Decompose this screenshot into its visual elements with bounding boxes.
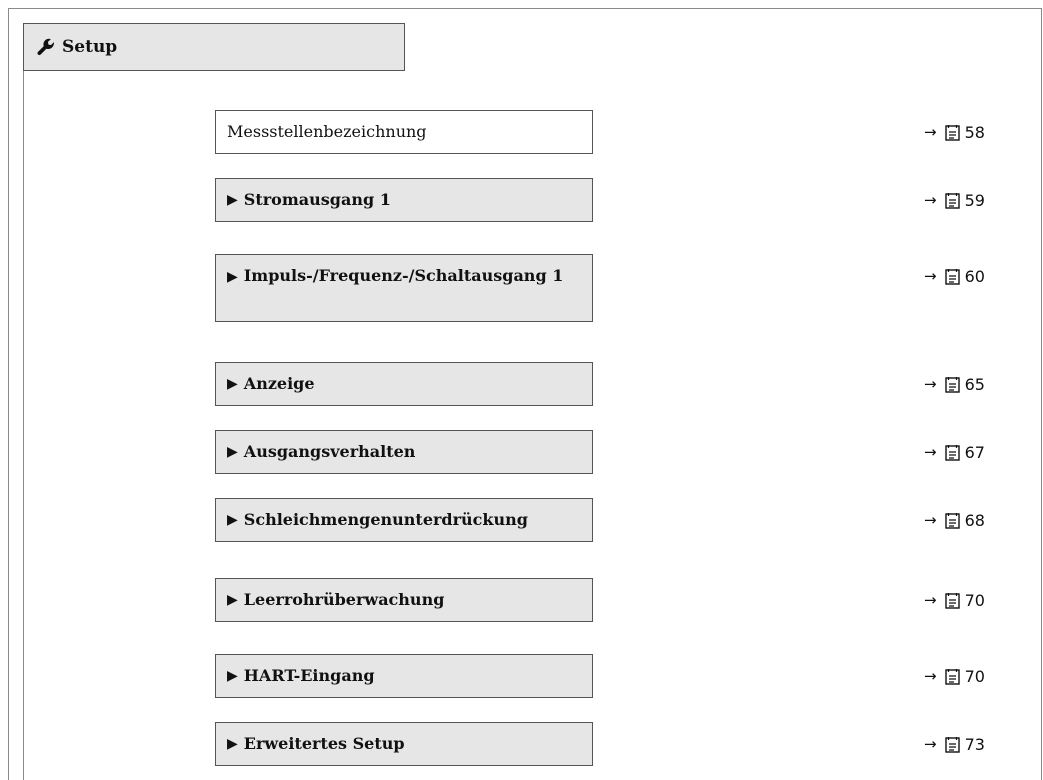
triangle-right-icon: ▶ [227,736,238,752]
item-label: Leerrohrüberwachung [243,590,445,609]
book-icon [944,668,965,685]
page-reference[interactable]: → 58 [924,120,985,144]
item-label: Ausgangsverhalten [243,442,416,461]
submenu-impuls-frequenz-schaltausgang-1[interactable]: ▶ Impuls-/Frequenz-/Schaltausgang 1 [215,254,593,322]
arrow-right-icon: → [924,735,937,753]
submenu-schleichmengenunterdrueckung[interactable]: ▶ Schleichmengenunterdrückung [215,498,593,542]
item-label: Messstellenbezeichnung [227,122,427,141]
setup-menu-header[interactable]: Setup [23,23,405,71]
triangle-right-icon: ▶ [227,592,238,608]
book-icon [944,124,965,141]
tree-connector [23,71,24,780]
page-number: 58 [964,122,985,142]
item-label: Stromausgang 1 [243,190,391,209]
page-reference[interactable]: → 73 [924,732,985,756]
page-reference[interactable]: → 70 [924,588,985,612]
item-label: Anzeige [243,374,315,393]
page-reference[interactable]: → 60 [924,264,985,288]
page-number: 68 [964,510,985,530]
book-icon [944,268,965,285]
triangle-right-icon: ▶ [227,192,238,208]
page-reference[interactable]: → 65 [924,372,985,396]
submenu-leerrohrueberwachung[interactable]: ▶ Leerrohrüberwachung [215,578,593,622]
triangle-right-icon: ▶ [227,376,238,392]
item-label: Impuls-/Frequenz-/Schaltausgang 1 [243,266,564,285]
setup-title: Setup [62,37,118,57]
arrow-right-icon: → [924,267,937,285]
item-label: HART-Eingang [243,666,375,685]
arrow-right-icon: → [924,443,937,461]
book-icon [944,376,965,393]
book-icon [944,444,965,461]
param-messstellenbezeichnung[interactable]: Messstellenbezeichnung [215,110,593,154]
page-number: 60 [964,266,985,286]
submenu-hart-eingang[interactable]: ▶ HART-Eingang [215,654,593,698]
page-number: 70 [964,590,985,610]
page-reference[interactable]: → 70 [924,664,985,688]
submenu-anzeige[interactable]: ▶ Anzeige [215,362,593,406]
page-reference[interactable]: → 68 [924,508,985,532]
arrow-right-icon: → [924,191,937,209]
wrench-icon [36,37,62,57]
book-icon [944,592,965,609]
triangle-right-icon: ▶ [227,668,238,684]
submenu-ausgangsverhalten[interactable]: ▶ Ausgangsverhalten [215,430,593,474]
book-icon [944,192,965,209]
triangle-right-icon: ▶ [227,512,238,528]
book-icon [944,736,965,753]
submenu-stromausgang-1[interactable]: ▶ Stromausgang 1 [215,178,593,222]
book-icon [944,512,965,529]
page-number: 59 [964,190,985,210]
arrow-right-icon: → [924,667,937,685]
page-reference[interactable]: → 59 [924,188,985,212]
item-label: Schleichmengenunterdrückung [243,510,528,529]
arrow-right-icon: → [924,591,937,609]
page-number: 70 [964,666,985,686]
page-number: 65 [964,374,985,394]
arrow-right-icon: → [924,123,937,141]
item-label: Erweitertes Setup [243,734,405,753]
page-number: 73 [964,734,985,754]
triangle-right-icon: ▶ [227,444,238,460]
page-number: 67 [964,442,985,462]
triangle-right-icon: ▶ [227,269,238,285]
page-reference[interactable]: → 67 [924,440,985,464]
arrow-right-icon: → [924,375,937,393]
arrow-right-icon: → [924,511,937,529]
submenu-erweitertes-setup[interactable]: ▶ Erweitertes Setup [215,722,593,766]
